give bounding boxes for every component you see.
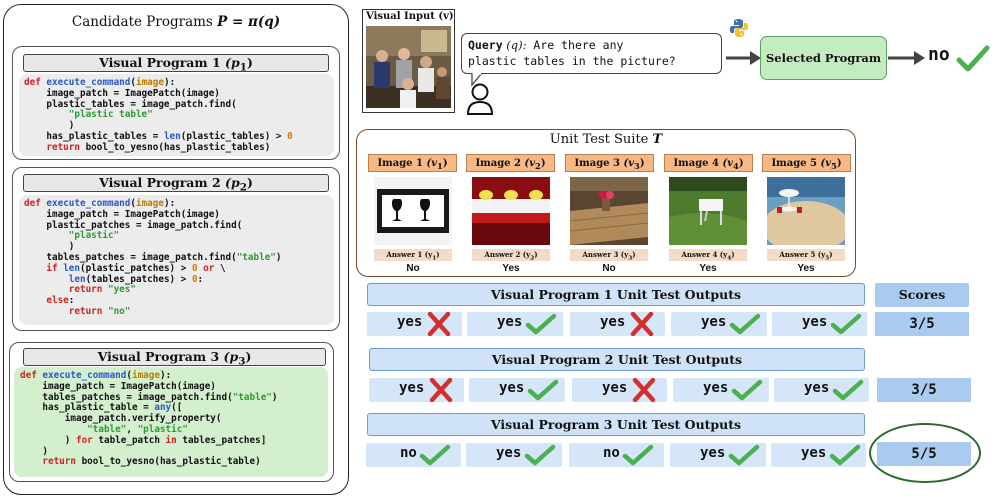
program-2-header: Visual Program 2 (p2) [23,174,329,194]
program-1-code: def execute_command(image): image_patch … [24,77,293,153]
ground-truth-answer-5: Yes [797,263,815,274]
score-program-2: 3/5 [877,378,971,402]
check-icon [419,444,451,466]
check-icon [832,379,864,401]
image-3-label: Image 3 (v3) [565,154,654,172]
unit-test-suite-title: Unit Test Suite T [549,132,663,147]
check-icon [830,313,862,335]
cross-icon [429,378,453,402]
photo-person-head [420,56,432,68]
photo-person-head [398,48,410,60]
final-check-icon [956,45,990,72]
scores-header: Scores [875,283,969,307]
visual-input-image [366,26,451,108]
program-2-code: def execute_command(image): image_patch … [24,198,282,317]
photo-window [421,30,447,52]
photo-person-body [436,77,450,99]
image-4-label: Image 4 (v4) [664,154,753,172]
program-1-header: Visual Program 1 (p1) [23,54,329,74]
program-3-code: def execute_command(image): image_patch … [20,370,278,468]
check-icon [728,444,760,466]
ground-truth-answer-3: No [602,263,616,274]
photo-person-body [400,90,416,108]
test-image-1 [374,177,452,245]
visual-input-label: Visual Input (v) [366,11,454,22]
check-icon [524,444,556,466]
program-2-outputs-header: Visual Program 2 Unit Test Outputs [369,348,865,371]
test-image-3 [570,177,648,245]
answer-4-label: Answer 4 (y4) [669,249,747,261]
test-image-5 [767,177,845,245]
check-icon [622,444,654,466]
cross-icon [630,312,654,336]
photo-person-head [437,67,447,77]
photo-person-body [374,62,390,88]
ground-truth-answer-1: No [406,263,420,274]
photo-person-body [418,68,434,92]
arrow-to-answer-icon [888,51,925,65]
answer-2-label: Answer 2 (y2) [472,249,550,261]
check-icon [527,379,559,401]
candidate-programs-title: Candidate Programs P = π(q) [71,14,281,30]
check-icon [731,379,763,401]
answer-3-label: Answer 3 (y3) [570,249,648,261]
cross-icon [427,312,451,336]
best-score-highlight [869,423,981,483]
answer-5-label: Answer 5 (y5) [767,249,845,261]
check-icon [729,313,761,335]
image-5-label: Image 5 (v5) [762,154,851,172]
program-3-outputs-header: Visual Program 3 Unit Test Outputs [367,413,865,436]
photo-person-head [376,50,388,62]
image-1-label: Image 1 (v1) [368,154,457,172]
program-3-header: Visual Program 3 (p3) [23,348,326,368]
test-image-2 [472,177,550,245]
cross-icon [632,378,656,402]
selected-program-box: Selected Program [760,36,887,80]
ground-truth-answer-2: Yes [502,263,520,274]
program-1-outputs-header: Visual Program 1 Unit Test Outputs [367,283,865,306]
final-answer: no [928,44,950,65]
image-2-label: Image 2 (v2) [466,154,555,172]
check-icon [829,444,861,466]
ground-truth-answer-4: Yes [699,263,717,274]
query-bubble: Query (q): Are there any plastic tables … [461,33,722,74]
check-icon [525,313,557,335]
test-image-4 [669,177,747,245]
photo-person-head [402,78,414,90]
python-icon [730,19,748,37]
score-program-1: 3/5 [875,312,969,336]
answer-1-label: Answer 1 (y1) [374,249,452,261]
arrow-to-selected-icon [726,51,761,65]
user-icon [466,83,494,115]
